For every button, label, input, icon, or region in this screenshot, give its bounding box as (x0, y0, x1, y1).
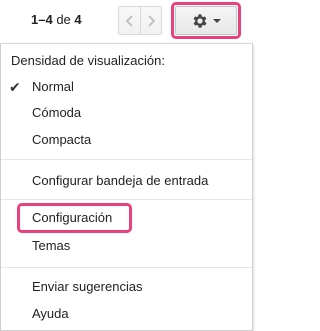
pager-range: 1–4 (31, 12, 53, 27)
menu-item-configure-inbox[interactable]: Configurar bandeja de entrada (1, 169, 252, 193)
menu-divider (1, 267, 252, 268)
menu-item-label: Enviar sugerencias (32, 279, 143, 294)
pager-total: 4 (74, 12, 82, 27)
toolbar: 1–4 de 4 (0, 0, 258, 44)
menu-item-label: Compacta (32, 132, 92, 147)
gear-icon (193, 13, 207, 28)
menu-item-label: Temas (32, 238, 71, 253)
menu-divider (1, 159, 252, 160)
menu-item-label: Configuración (32, 210, 113, 225)
chevron-right-icon (148, 14, 156, 27)
menu-item-comoda[interactable]: Cómoda (1, 101, 252, 125)
settings-button[interactable] (175, 6, 237, 35)
pager-of: de (56, 12, 71, 27)
caret-down-icon (213, 18, 221, 23)
menu-divider (1, 199, 252, 200)
menu-item-help[interactable]: Ayuda (1, 302, 252, 326)
menu-item-compacta[interactable]: Compacta (1, 128, 252, 152)
density-header: Densidad de visualización: (11, 53, 165, 68)
next-page-button[interactable] (140, 7, 161, 34)
menu-item-normal[interactable]: ✔ Normal (1, 75, 252, 99)
menu-item-label: Configurar bandeja de entrada (32, 173, 209, 188)
pager-status: 1–4 de 4 (31, 12, 82, 27)
menu-item-send-feedback[interactable]: Enviar sugerencias (1, 275, 252, 299)
menu-item-settings[interactable]: Configuración (1, 206, 252, 230)
menu-item-label: Cómoda (32, 105, 82, 120)
checkmark-icon: ✔ (9, 79, 21, 95)
menu-item-label: Ayuda (32, 306, 69, 321)
menu-item-themes[interactable]: Temas (1, 234, 252, 258)
menu-item-label: Normal (32, 79, 74, 94)
chevron-left-icon (125, 14, 133, 27)
previous-page-button[interactable] (119, 7, 140, 34)
pager-nav (118, 6, 162, 35)
settings-menu: Densidad de visualización: ✔ Normal Cómo… (0, 43, 253, 331)
